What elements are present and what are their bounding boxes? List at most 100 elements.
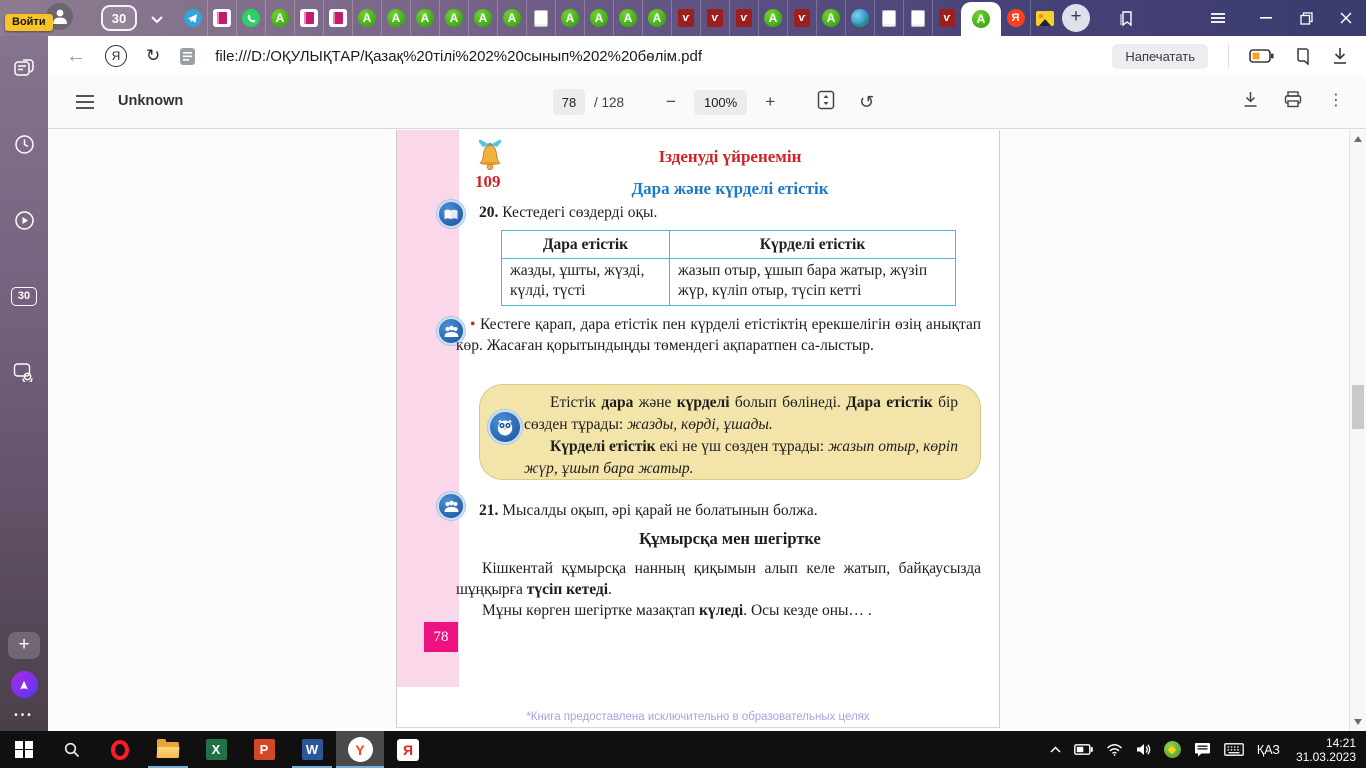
- tab-book-pink[interactable]: [323, 0, 352, 36]
- copyright-watermark: *Книга предоставлена исключительно в обр…: [526, 711, 870, 723]
- menu-icon[interactable]: [1198, 0, 1238, 36]
- rotate-icon[interactable]: ↺: [859, 92, 874, 113]
- word-icon: W: [301, 739, 323, 760]
- tab-green-a[interactable]: A: [265, 0, 294, 36]
- scroll-down-arrow[interactable]: [1354, 719, 1362, 725]
- tab-doc[interactable]: [874, 0, 903, 36]
- taskbar-excel[interactable]: X: [192, 731, 240, 768]
- close-button[interactable]: [1326, 0, 1366, 36]
- collections-icon[interactable]: [1294, 47, 1312, 66]
- wifi-icon[interactable]: [1106, 743, 1123, 756]
- tab-green-a[interactable]: A: [758, 0, 787, 36]
- tray-chevron-up-icon[interactable]: [1050, 746, 1061, 753]
- battery-icon[interactable]: [1074, 744, 1093, 755]
- alice-assistant-icon[interactable]: [10, 671, 38, 698]
- tab-whatsapp[interactable]: [236, 0, 265, 36]
- restore-button[interactable]: [1286, 0, 1326, 36]
- scrollbar[interactable]: [1349, 130, 1366, 731]
- taskbar-yandex-app[interactable]: Я: [384, 731, 432, 768]
- back-icon[interactable]: ←: [66, 46, 86, 66]
- tab-green-a[interactable]: A: [439, 0, 468, 36]
- tab-doc[interactable]: [903, 0, 932, 36]
- scroll-up-arrow[interactable]: [1354, 136, 1362, 142]
- sidebar-history-icon[interactable]: [0, 124, 48, 164]
- pdf-menu-icon[interactable]: [76, 95, 94, 113]
- tab-counter-badge[interactable]: 30: [101, 5, 137, 31]
- zoom-level[interactable]: 100%: [693, 89, 748, 115]
- tab-red-v[interactable]: ѵ: [932, 0, 961, 36]
- print-page-button[interactable]: Напечатать: [1112, 43, 1208, 69]
- tab-yandex[interactable]: Я: [1001, 0, 1030, 36]
- tab-book-pink[interactable]: [294, 0, 323, 36]
- red-book-favicon: ѵ: [794, 9, 810, 27]
- taskbar-powerpoint[interactable]: P: [240, 731, 288, 768]
- red-book-favicon: ѵ: [939, 9, 955, 27]
- new-tab-button[interactable]: +: [1062, 4, 1090, 32]
- sidebar-more-icon[interactable]: •••: [14, 710, 34, 721]
- zoom-in-button[interactable]: +: [765, 92, 775, 112]
- tab-active[interactable]: A: [961, 2, 1001, 36]
- tab-green-a[interactable]: A: [497, 0, 526, 36]
- fit-page-icon[interactable]: [817, 90, 835, 115]
- taskbar-yandex-browser[interactable]: Y: [336, 731, 384, 768]
- pdf-more-icon[interactable]: ⋮: [1328, 90, 1344, 109]
- tab-red-v[interactable]: ѵ: [787, 0, 816, 36]
- pdf-download-icon[interactable]: [1243, 91, 1258, 108]
- sidebar-tabs-icon[interactable]: [0, 48, 48, 88]
- taskbar-opera[interactable]: [96, 731, 144, 768]
- sidebar-add-button[interactable]: +: [8, 632, 40, 659]
- zoom-out-button[interactable]: −: [666, 92, 676, 112]
- red-book-favicon: ѵ: [678, 9, 694, 27]
- sidebar-tab-count-badge[interactable]: 30: [0, 276, 48, 316]
- sidebar-screenshot-icon[interactable]: [0, 352, 48, 392]
- notifications-icon[interactable]: [1194, 742, 1211, 757]
- group-task-icon: [437, 492, 465, 520]
- tab-green-a[interactable]: A: [584, 0, 613, 36]
- touch-keyboard-icon[interactable]: [1224, 743, 1244, 756]
- tab-book-pink[interactable]: [207, 0, 236, 36]
- download-icon[interactable]: [1332, 47, 1348, 65]
- tab-green-a[interactable]: A: [352, 0, 381, 36]
- sidebar-video-icon[interactable]: [0, 200, 48, 240]
- tab-doc[interactable]: [526, 0, 555, 36]
- tab-green-a[interactable]: A: [468, 0, 497, 36]
- taskbar-apps: XPWYЯ: [0, 731, 432, 768]
- language-indicator[interactable]: ҚАЗ: [1257, 743, 1280, 757]
- tab-telegram[interactable]: [178, 0, 207, 36]
- login-button[interactable]: Войти: [5, 14, 53, 31]
- chevron-down-icon[interactable]: [150, 11, 164, 29]
- tab-green-a[interactable]: A: [816, 0, 845, 36]
- tab-red-v[interactable]: ѵ: [671, 0, 700, 36]
- tab-green-a[interactable]: A: [410, 0, 439, 36]
- tab-green-a[interactable]: A: [381, 0, 410, 36]
- page-number-input[interactable]: 78: [553, 89, 585, 115]
- scrollbar-thumb[interactable]: [1352, 385, 1364, 429]
- yandex-home-icon[interactable]: Я: [105, 45, 127, 67]
- grammar-rule-box: Етістік дара және күрделі болып бөлінеді…: [479, 384, 981, 480]
- taskbar-explorer[interactable]: [144, 731, 192, 768]
- tab-globe[interactable]: [845, 0, 874, 36]
- clock[interactable]: 14:21 31.03.2023: [1293, 736, 1356, 764]
- telegram-favicon: [183, 9, 202, 27]
- taskbar-word[interactable]: W: [288, 731, 336, 768]
- refresh-icon[interactable]: ↻: [146, 47, 160, 65]
- battery-saver-icon[interactable]: [1249, 49, 1274, 63]
- textbook-favicon: A: [561, 9, 579, 27]
- tab-red-v[interactable]: ѵ: [729, 0, 758, 36]
- textbook-favicon: A: [972, 10, 990, 28]
- bookmarks-icon[interactable]: [1106, 0, 1146, 36]
- tab-red-v[interactable]: ѵ: [700, 0, 729, 36]
- pdf-title: Unknown: [118, 93, 184, 109]
- toolbar-divider: [1228, 45, 1229, 67]
- taskbar-start[interactable]: [0, 731, 48, 768]
- volume-icon[interactable]: [1136, 743, 1151, 756]
- tab-green-a[interactable]: A: [613, 0, 642, 36]
- address-bar[interactable]: file:///D:/ОҚУЛЫҚТАР/Қазақ%20тілі%202%20…: [215, 48, 702, 65]
- minimize-button[interactable]: [1246, 0, 1286, 36]
- antivirus-tray-icon[interactable]: [1163, 741, 1181, 758]
- tab-image[interactable]: [1030, 0, 1059, 36]
- tab-green-a[interactable]: A: [555, 0, 584, 36]
- pdf-print-icon[interactable]: [1284, 91, 1302, 108]
- tab-green-a[interactable]: A: [642, 0, 671, 36]
- taskbar-search[interactable]: [48, 731, 96, 768]
